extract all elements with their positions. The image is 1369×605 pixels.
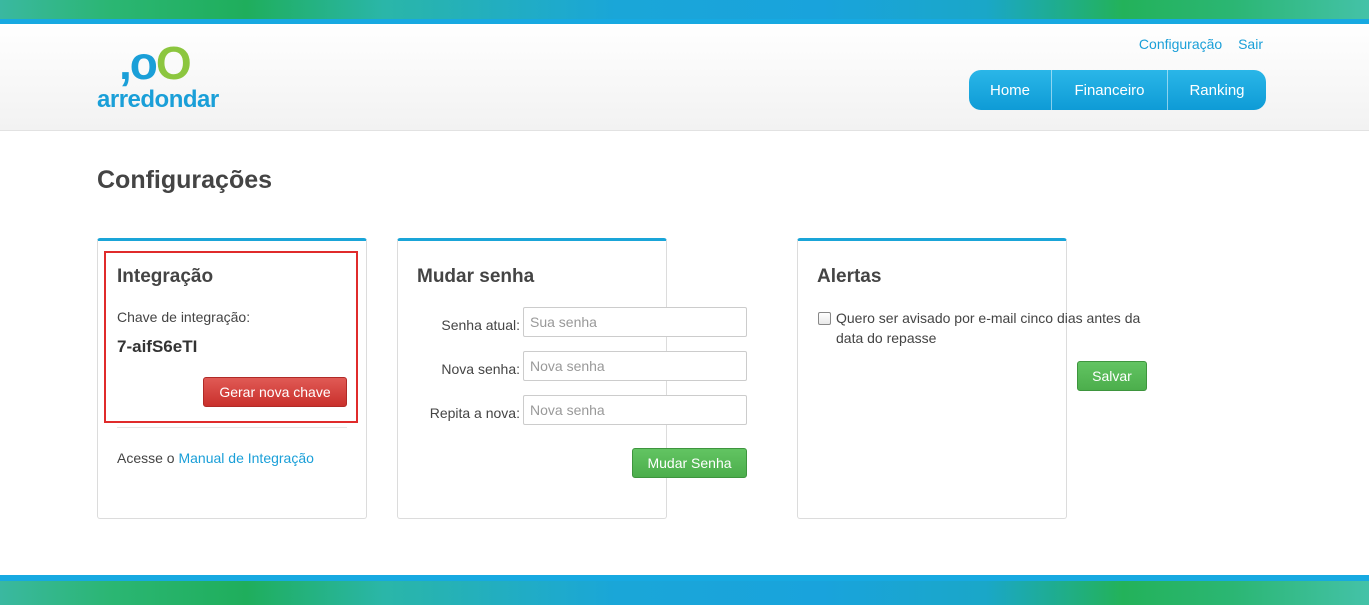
card-divider [117, 427, 347, 428]
current-password-label: Senha atual: [441, 317, 520, 333]
save-alerts-button[interactable]: Salvar [1077, 361, 1147, 391]
main-nav: Home Financeiro Ranking [969, 70, 1266, 110]
alertas-title: Alertas [817, 266, 882, 287]
nav-financeiro[interactable]: Financeiro [1051, 70, 1167, 110]
top-links: Configuração Sair [1127, 36, 1263, 52]
nav-ranking[interactable]: Ranking [1167, 70, 1266, 110]
bottom-decorative-stripe [0, 575, 1369, 605]
page-title: Configurações [97, 166, 273, 194]
current-password-input[interactable] [523, 307, 747, 337]
mudar-senha-card: Mudar senha Senha atual: Nova senha: Rep… [397, 238, 747, 519]
config-link[interactable]: Configuração [1139, 36, 1222, 52]
logo-text: arredondar [97, 86, 219, 113]
logout-link[interactable]: Sair [1238, 36, 1263, 52]
integracao-card: Integração Chave de integração: 7-aifS6e… [97, 238, 367, 519]
email-alert-checkbox[interactable] [818, 312, 831, 325]
arredondar-logo[interactable]: ,oO arredondar [97, 37, 237, 113]
generate-key-button[interactable]: Gerar nova chave [203, 377, 347, 407]
repeat-password-label: Repita a nova: [429, 405, 520, 421]
site-header: ,oO arredondar Configuração Sair Home Fi… [0, 24, 1369, 131]
integration-key-value: 7-aifS6eTI [117, 337, 198, 356]
integration-key-label: Chave de integração: [117, 309, 251, 325]
manual-prefix: Acesse o [117, 450, 175, 466]
new-password-input[interactable] [523, 351, 747, 381]
alertas-card: Alertas Quero ser avisado por e-mail cin… [797, 238, 1147, 519]
logo-mark-icon: ,oO [119, 37, 192, 89]
integration-manual-text: Acesse o Manual de Integração [117, 450, 314, 466]
nav-home[interactable]: Home [969, 70, 1051, 110]
top-decorative-stripe [0, 0, 1369, 24]
repeat-password-input[interactable] [523, 395, 747, 425]
mudar-senha-title: Mudar senha [417, 266, 535, 287]
new-password-label: Nova senha: [441, 361, 520, 377]
integracao-title: Integração [117, 266, 214, 287]
change-password-button[interactable]: Mudar Senha [632, 448, 747, 478]
integration-manual-link[interactable]: Manual de Integração [178, 450, 313, 466]
email-alert-label[interactable]: Quero ser avisado por e-mail cinco dias … [836, 308, 1146, 348]
